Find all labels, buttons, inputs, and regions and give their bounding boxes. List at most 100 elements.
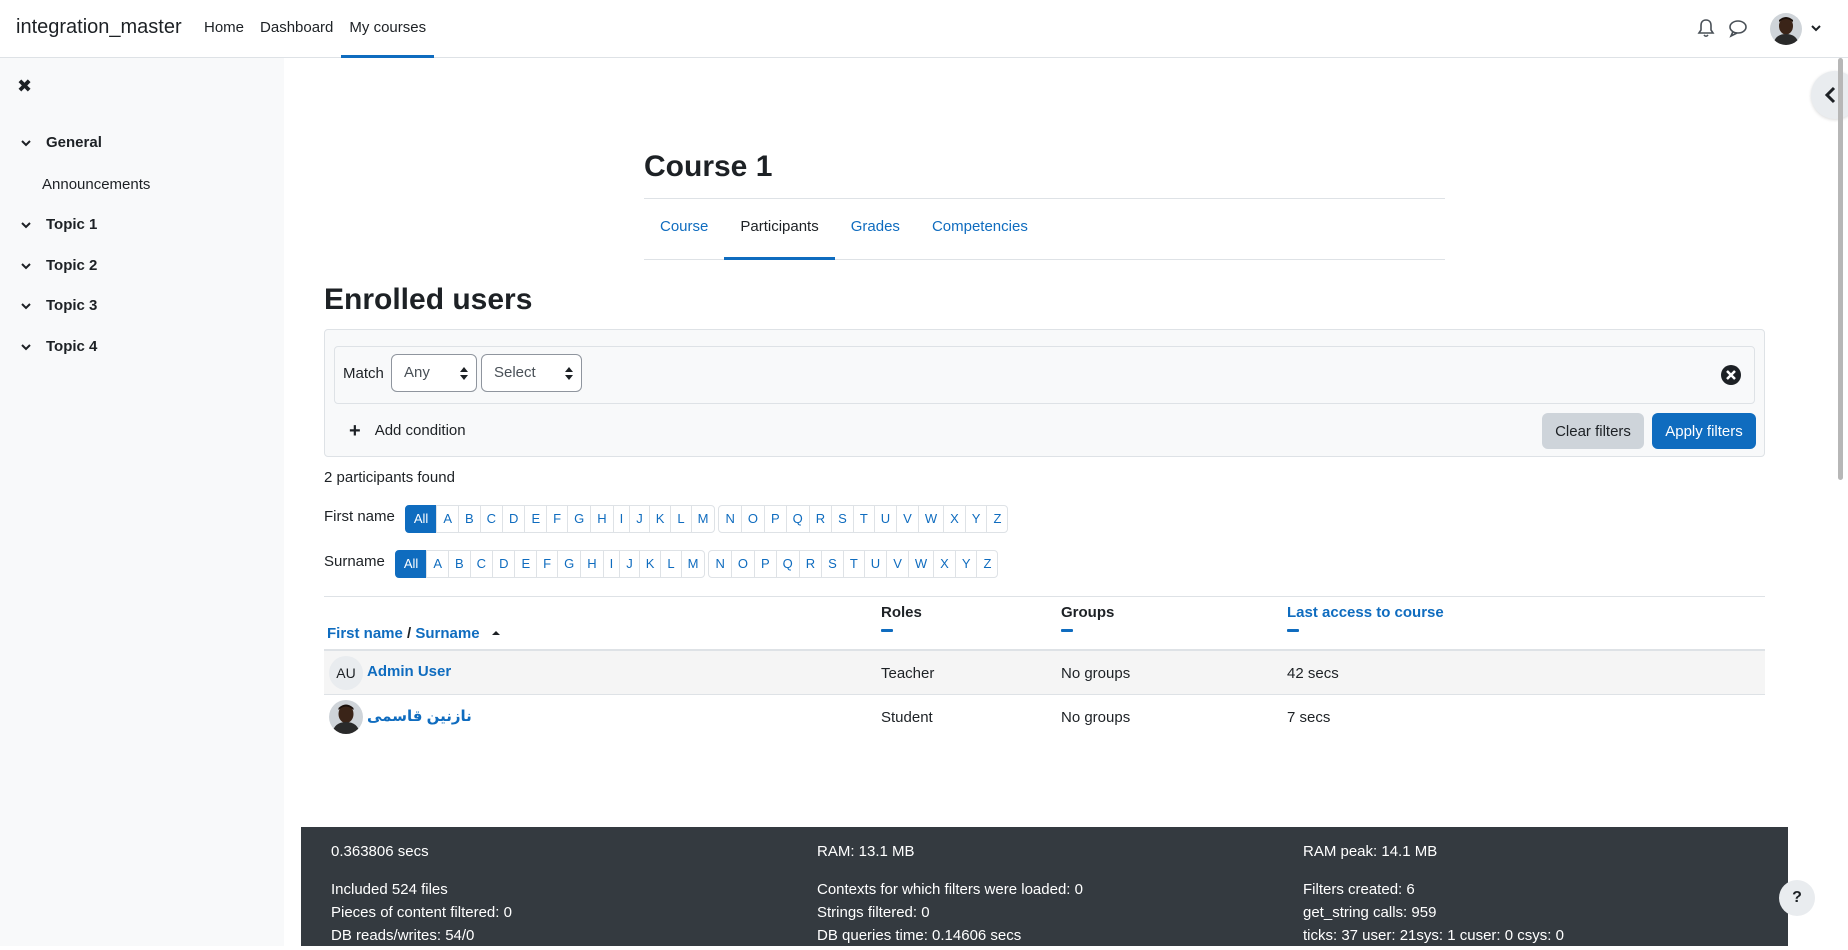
surname-initial-r[interactable]: R [798,550,823,578]
surname-initial-v[interactable]: V [886,550,909,578]
match-select-value: Any [404,364,430,381]
surname-initial-j[interactable]: J [619,550,640,578]
firstname-initial-a[interactable]: A [436,505,459,533]
firstname-initial-p[interactable]: P [763,505,787,533]
section-topic-2[interactable]: Topic 2 [20,257,97,274]
firstname-initial-q[interactable]: Q [785,505,810,533]
firstname-initial-l[interactable]: L [670,505,692,533]
firstname-initial-g[interactable]: G [567,505,592,533]
surname-initial-k[interactable]: K [638,550,662,578]
firstname-initial-t[interactable]: T [852,505,875,533]
surname-initial-x[interactable]: X [933,550,956,578]
section-label: Topic 1 [46,216,98,233]
collapse-column-icon[interactable] [1287,629,1299,632]
collapse-column-icon[interactable] [881,629,893,632]
chevron-down-icon[interactable] [20,341,32,353]
firstname-initial-c[interactable]: C [479,505,504,533]
match-select[interactable]: Any [391,354,477,392]
surname-initial-u[interactable]: U [863,550,888,578]
firstname-initial-m[interactable]: M [690,505,716,533]
section-topic-4[interactable]: Topic 4 [20,338,97,355]
surname-initial-s[interactable]: S [821,550,844,578]
firstname-initial-e[interactable]: E [524,505,548,533]
surname-initial-all[interactable]: All [394,550,428,578]
firstname-initial-j[interactable]: J [629,505,650,533]
surname-initial-e[interactable]: E [514,550,538,578]
firstname-initial-f[interactable]: F [546,505,569,533]
sort-lastaccess-link[interactable]: Last access to course [1287,604,1444,621]
surname-initial-d[interactable]: D [492,550,516,578]
chat-icon[interactable] [1728,18,1748,38]
chevron-down-icon[interactable] [20,300,32,312]
firstname-initial-b[interactable]: B [457,505,481,533]
collapse-column-icon[interactable] [1061,629,1073,632]
surname-initial-b[interactable]: B [448,550,471,578]
close-icon[interactable]: ✖ [17,77,33,95]
firstname-initial-h[interactable]: H [590,505,614,533]
nav-my-courses[interactable]: My courses [341,0,435,58]
surname-initial-w[interactable]: W [907,550,935,578]
firstname-initial-x[interactable]: X [943,505,966,533]
firstname-initial-w[interactable]: W [917,505,945,533]
filter-type-select[interactable]: Select [481,354,582,392]
tab-participants[interactable]: Participants [724,200,835,260]
tab-grades[interactable]: Grades [835,200,916,260]
surname-initial-n[interactable]: N [708,550,732,578]
course-index-drawer: ✖ General Announcements Topic 1 Topic 2 … [0,58,284,946]
firstname-initial-i[interactable]: I [612,505,631,533]
firstname-initial-o[interactable]: O [740,505,765,533]
user-name-link[interactable]: نازنین قاسمی [367,708,472,725]
user-name-link[interactable]: Admin User [367,663,451,680]
firstname-initial-all[interactable]: All [404,505,438,533]
section-topic-3[interactable]: Topic 3 [20,297,97,314]
nav-home[interactable]: Home [196,0,252,58]
firstname-initial-s[interactable]: S [831,505,854,533]
firstname-initial-v[interactable]: V [896,505,919,533]
surname-initial-t[interactable]: T [842,550,865,578]
surname-initial-a[interactable]: A [426,550,449,578]
surname-initial-h[interactable]: H [580,550,604,578]
roles-header-label: Roles [881,604,922,621]
activity-announcements[interactable]: Announcements [42,176,150,193]
surname-initial-y[interactable]: Y [954,550,978,578]
firstname-initial-u[interactable]: U [873,505,898,533]
surname-initial-o[interactable]: O [730,550,755,578]
nav-dashboard[interactable]: Dashboard [252,0,341,58]
firstname-initial-r[interactable]: R [808,505,833,533]
chevron-down-icon[interactable] [20,137,32,149]
surname-initial-z[interactable]: Z [976,550,999,578]
tab-competencies[interactable]: Competencies [916,200,1044,260]
firstname-initial-n[interactable]: N [718,505,742,533]
help-button[interactable]: ? [1779,880,1815,916]
sort-surname-link[interactable]: Surname [415,625,479,642]
page-scrollbar[interactable] [1838,58,1843,480]
chevron-down-icon[interactable] [20,260,32,272]
firstname-initial-z[interactable]: Z [986,505,1009,533]
sort-firstname-link[interactable]: First name [327,625,403,642]
section-general[interactable]: General [20,134,102,151]
user-avatar[interactable] [1770,13,1802,45]
surname-initial-g[interactable]: G [557,550,582,578]
bell-icon[interactable] [1697,18,1715,38]
surname-initial-p[interactable]: P [753,550,777,578]
apply-filters-button[interactable]: Apply filters [1652,413,1756,449]
tab-course[interactable]: Course [644,200,724,260]
surname-initial-i[interactable]: I [602,550,621,578]
firstname-initial-y[interactable]: Y [964,505,988,533]
surname-initial-l[interactable]: L [660,550,682,578]
table-row: نازنین قاسمی Student No groups 7 secs [324,695,1765,739]
firstname-initial-k[interactable]: K [648,505,672,533]
filter-row: Match Any Select [334,346,1755,404]
surname-initial-q[interactable]: Q [775,550,800,578]
section-topic-1[interactable]: Topic 1 [20,216,97,233]
clear-filters-button[interactable]: Clear filters [1542,413,1644,449]
remove-condition-icon[interactable] [1720,364,1742,386]
site-brand[interactable]: integration_master [16,16,182,39]
surname-initial-f[interactable]: F [536,550,559,578]
chevron-down-icon[interactable] [1810,22,1822,34]
chevron-down-icon[interactable] [20,219,32,231]
firstname-initial-d[interactable]: D [502,505,526,533]
surname-initial-m[interactable]: M [680,550,706,578]
surname-initial-c[interactable]: C [469,550,494,578]
add-condition-button[interactable]: + Add condition [349,421,466,441]
